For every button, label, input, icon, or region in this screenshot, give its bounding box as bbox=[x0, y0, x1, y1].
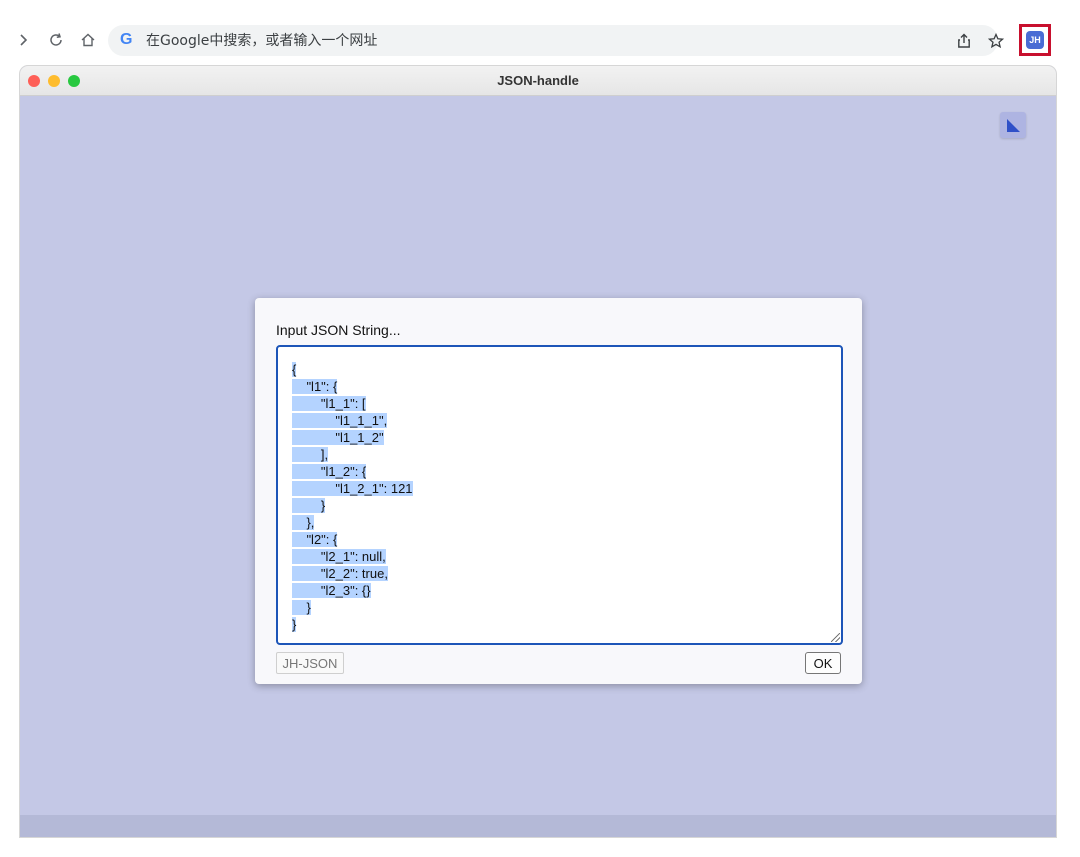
json-line: "l2": { bbox=[292, 532, 338, 547]
json-line: { bbox=[292, 362, 297, 377]
window-title-bar: JSON-handle bbox=[20, 66, 1056, 96]
json-line: "l1": { bbox=[292, 379, 338, 394]
reload-icon[interactable] bbox=[46, 30, 66, 50]
google-g-icon: G bbox=[120, 31, 133, 48]
json-line: "l1_1": [ bbox=[292, 396, 366, 411]
star-icon[interactable] bbox=[985, 30, 1007, 52]
omnibox[interactable]: G bbox=[108, 25, 998, 56]
json-line: ], bbox=[292, 447, 329, 462]
json-line: } bbox=[292, 498, 326, 513]
json-line: } bbox=[292, 617, 297, 632]
home-icon[interactable] bbox=[78, 30, 98, 50]
ok-button[interactable]: OK bbox=[805, 652, 841, 674]
jh-json-button[interactable]: JH-JSON bbox=[276, 652, 344, 674]
extension-highlight-box[interactable]: JH bbox=[1019, 24, 1051, 56]
json-line: "l1_1_1", bbox=[292, 413, 388, 428]
json-line: "l2_3": {} bbox=[292, 583, 371, 598]
dialog-label: Input JSON String... bbox=[276, 322, 401, 338]
share-icon[interactable] bbox=[953, 30, 975, 52]
json-line: "l2_1": null, bbox=[292, 549, 386, 564]
json-line: }, bbox=[292, 515, 315, 530]
json-textarea[interactable]: { "l1": { "l1_1": [ "l1_1_1", "l1_1_2" ]… bbox=[276, 345, 843, 645]
forward-arrow-icon[interactable] bbox=[14, 30, 34, 50]
json-line: "l1_1_2" bbox=[292, 430, 384, 445]
window-bottom-strip bbox=[20, 815, 1056, 837]
json-line: } bbox=[292, 600, 311, 615]
json-line: "l1_2": { bbox=[292, 464, 367, 479]
json-input-dialog: Input JSON String... { "l1": { "l1_1": [… bbox=[255, 298, 862, 684]
json-text-content[interactable]: { "l1": { "l1_1": [ "l1_1_1", "l1_1_2" ]… bbox=[292, 361, 841, 633]
corner-triangle-icon bbox=[1007, 119, 1020, 132]
window-title: JSON-handle bbox=[497, 73, 579, 88]
json-line: "l2_2": true, bbox=[292, 566, 388, 581]
browser-toolbar: G JH bbox=[0, 20, 1060, 62]
resize-grip-icon[interactable] bbox=[831, 633, 840, 642]
corner-toggle-button[interactable] bbox=[1000, 112, 1026, 138]
omnibox-input[interactable] bbox=[144, 29, 924, 52]
json-line: "l1_2_1": 121 bbox=[292, 481, 413, 496]
jh-extension-icon[interactable]: JH bbox=[1026, 31, 1044, 49]
